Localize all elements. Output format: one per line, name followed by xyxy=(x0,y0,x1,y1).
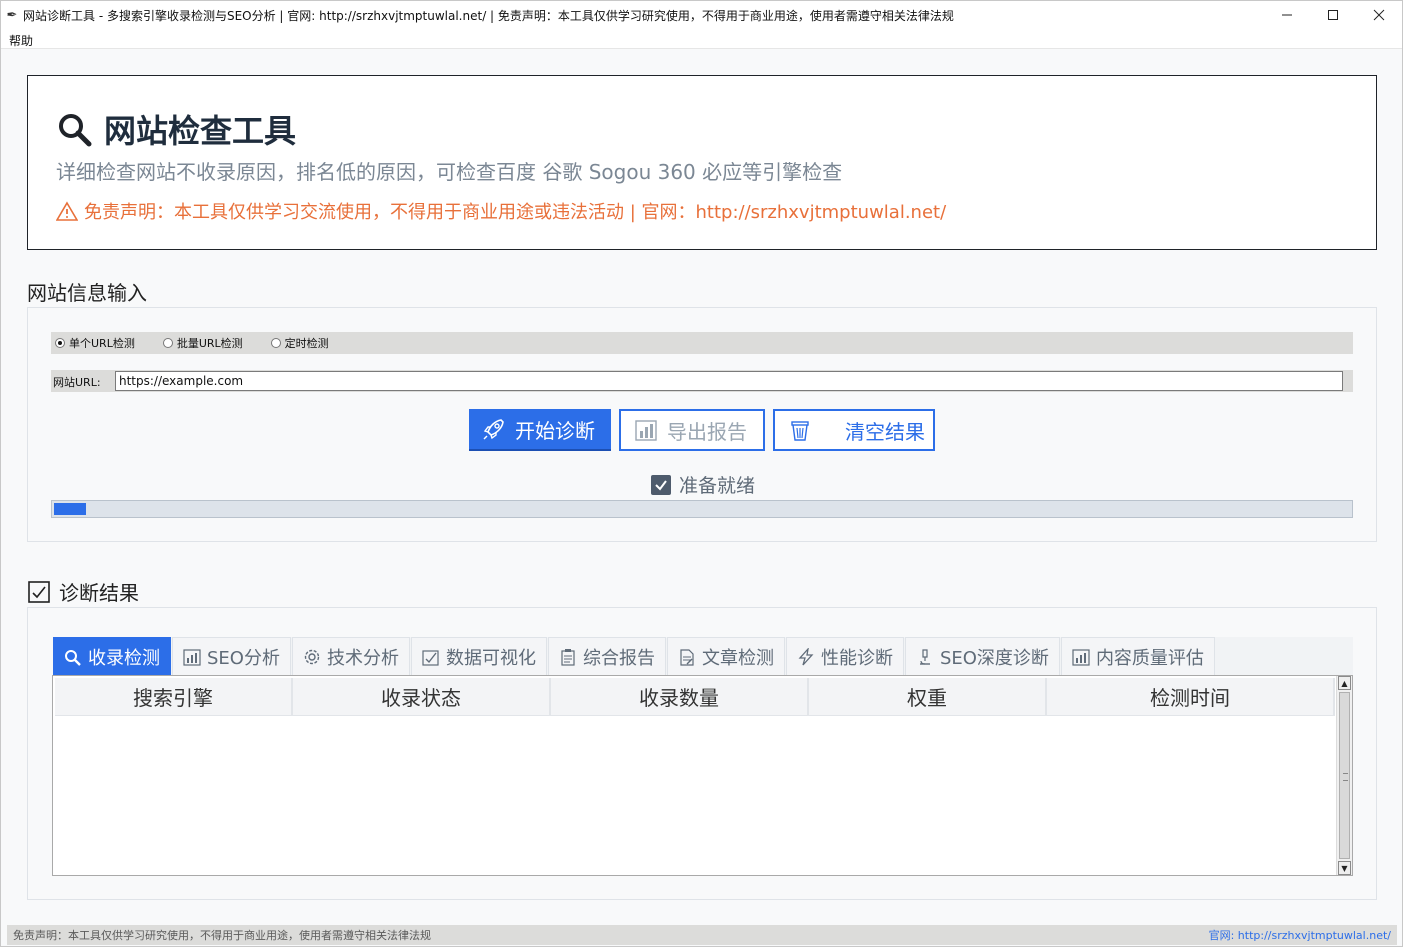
tab-label: 综合报告 xyxy=(582,647,655,669)
progress-bar xyxy=(51,500,1353,518)
app-title: 网站检查工具 xyxy=(56,106,296,152)
clear-button-label: 清空结果 xyxy=(845,419,925,444)
clipboard-icon xyxy=(561,648,575,666)
table-scrollbar[interactable]: ▲ ▼ xyxy=(1336,676,1352,875)
scroll-down-icon[interactable]: ▼ xyxy=(1338,861,1351,875)
progress-fill xyxy=(54,503,86,515)
clear-results-button[interactable]: 清空结果 xyxy=(773,409,935,451)
gear-icon xyxy=(304,649,320,664)
maximize-icon[interactable] xyxy=(1310,1,1356,29)
checkbox-chart-icon xyxy=(422,649,439,666)
column-header-index-count[interactable]: 收录数量 xyxy=(551,678,809,716)
page-title: 网站检查工具 xyxy=(104,112,297,150)
header-card: 网站检查工具 详细检查网站不收录原因，排名低的原因，可检查百度 谷歌 Sogou… xyxy=(27,75,1377,250)
status-indicator: 准备就绪 xyxy=(651,471,755,498)
url-row: 网站URL: xyxy=(51,370,1353,392)
radio-label: 定时检测 xyxy=(284,337,329,350)
results-section-header: 诊断结果 xyxy=(27,577,139,606)
results-section-label: 诊断结果 xyxy=(59,581,139,605)
export-report-button[interactable]: 导出报告 xyxy=(619,409,765,451)
grip-icon xyxy=(1343,773,1348,781)
status-bar: 免责声明：本工具仅供学习研究使用，不得用于商业用途，使用者需遵守相关法律法规 官… xyxy=(7,925,1397,945)
disclaimer-banner: 免责声明：本工具仅供学习交流使用，不得用于商业用途或违法活动 | 官网：http… xyxy=(56,198,946,224)
window-controls xyxy=(1264,1,1402,29)
app-window: ✒ 网站诊断工具 - 多搜索引擎收录检测与SEO分析 | 官网: http://… xyxy=(0,0,1403,947)
url-input[interactable] xyxy=(115,371,1343,391)
scroll-thumb[interactable] xyxy=(1339,692,1350,859)
bar-chart-icon xyxy=(1072,648,1090,666)
lightning-icon xyxy=(798,647,814,665)
tab-tech-analysis[interactable]: 技术分析 xyxy=(291,637,410,675)
tab-label: SEO深度诊断 xyxy=(939,647,1049,669)
tab-summary-report[interactable]: 综合报告 xyxy=(547,637,666,675)
tab-label: 数据可视化 xyxy=(445,647,536,669)
tab-label: 技术分析 xyxy=(326,647,399,669)
checkbox-icon xyxy=(28,580,50,603)
column-header-weight[interactable]: 权重 xyxy=(809,678,1047,716)
radio-dot xyxy=(55,338,65,348)
status-text: 准备就绪 xyxy=(679,475,756,497)
bar-chart-icon xyxy=(183,648,201,666)
radio-batch-url[interactable]: 批量URL检测 xyxy=(162,335,243,351)
search-icon xyxy=(65,649,81,666)
table-header: 搜索引擎 收录状态 收录数量 权重 检测时间 xyxy=(55,678,1335,716)
mode-radio-group: 单个URL检测 批量URL检测 定时检测 xyxy=(51,332,1353,354)
tab-content-quality[interactable]: 内容质量评估 xyxy=(1060,637,1215,675)
magnifier-icon xyxy=(59,114,92,147)
feather-icon: ✒ xyxy=(6,7,18,23)
tab-label: SEO分析 xyxy=(207,647,280,669)
tab-seo-deep[interactable]: SEO深度诊断 xyxy=(904,637,1060,675)
start-diagnosis-button[interactable]: 开始诊断 xyxy=(469,409,611,451)
title-bar: ✒ 网站诊断工具 - 多搜索引擎收录检测与SEO分析 | 官网: http://… xyxy=(1,1,1402,29)
disclaimer-text: 免责声明：本工具仅供学习交流使用，不得用于商业用途或违法活动 | 官网：http… xyxy=(84,202,947,223)
microscope-icon xyxy=(919,648,930,665)
menu-bar: 帮助 xyxy=(1,29,1402,49)
document-icon xyxy=(680,648,694,666)
tab-data-visualization[interactable]: 数据可视化 xyxy=(410,637,547,675)
export-button-label: 导出报告 xyxy=(667,419,747,444)
minimize-icon[interactable] xyxy=(1264,1,1310,29)
tab-index-check[interactable]: 收录检测 xyxy=(53,637,171,675)
window-title: 网站诊断工具 - 多搜索引擎收录检测与SEO分析 | 官网: http://sr… xyxy=(23,8,954,23)
column-header-engine[interactable]: 搜索引擎 xyxy=(55,678,293,716)
bar-chart-icon xyxy=(635,420,657,441)
close-icon[interactable] xyxy=(1356,1,1402,29)
start-button-label: 开始诊断 xyxy=(515,418,595,443)
tab-label: 内容质量评估 xyxy=(1095,647,1204,669)
column-header-check-time[interactable]: 检测时间 xyxy=(1047,678,1335,716)
radio-dot xyxy=(270,338,281,348)
rocket-icon xyxy=(483,419,504,440)
warning-icon xyxy=(56,201,78,221)
tab-label: 文章检测 xyxy=(701,647,774,669)
trash-icon xyxy=(791,421,809,441)
tab-article-check[interactable]: 文章检测 xyxy=(666,637,785,675)
url-label: 网站URL: xyxy=(53,376,101,389)
page-subtitle: 详细检查网站不收录原因，排名低的原因，可检查百度 谷歌 Sogou 360 必应… xyxy=(56,160,843,184)
check-icon xyxy=(651,474,671,495)
radio-dot xyxy=(162,338,173,348)
radio-label: 单个URL检测 xyxy=(69,337,135,350)
radio-scheduled[interactable]: 定时检测 xyxy=(270,335,329,351)
result-tabs: 收录检测 SEO分析 技术分析 数据可视化 综合报告 文章检测 性能诊断 SEO… xyxy=(53,637,1353,675)
tab-performance[interactable]: 性能诊断 xyxy=(785,637,904,675)
column-header-index-status[interactable]: 收录状态 xyxy=(293,678,551,716)
radio-single-url[interactable]: 单个URL检测 xyxy=(55,335,135,351)
footer-website-link[interactable]: 官网: http://srzhxvjtmptuwlal.net/ xyxy=(1209,927,1391,943)
tab-seo-analysis[interactable]: SEO分析 xyxy=(172,637,291,675)
scroll-up-icon[interactable]: ▲ xyxy=(1338,676,1351,690)
radio-label: 批量URL检测 xyxy=(176,337,243,350)
footer-disclaimer: 免责声明：本工具仅供学习研究使用，不得用于商业用途，使用者需遵守相关法律法规 xyxy=(13,929,431,942)
menu-help[interactable]: 帮助 xyxy=(9,32,33,49)
tab-label: 性能诊断 xyxy=(820,647,893,669)
input-section-label: 网站信息输入 xyxy=(27,281,147,305)
tab-label: 收录检测 xyxy=(88,647,160,669)
results-table: 搜索引擎 收录状态 收录数量 权重 检测时间 ▲ ▼ xyxy=(52,675,1353,876)
